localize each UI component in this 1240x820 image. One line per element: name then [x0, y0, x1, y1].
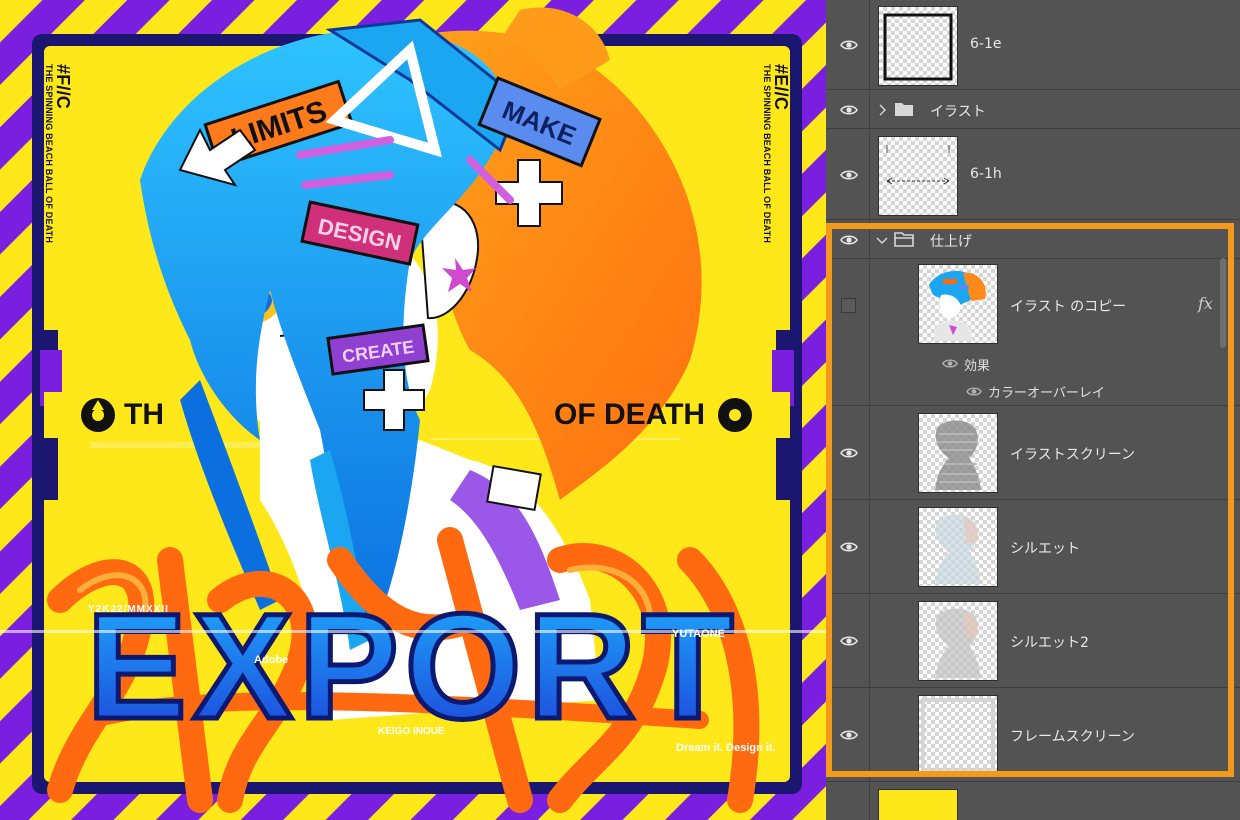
effects-label: 効果: [964, 359, 991, 374]
layer-name: イラスト: [930, 104, 986, 120]
eye-icon[interactable]: [840, 447, 858, 459]
layer-row-6-1h[interactable]: 6-1h: [826, 130, 1240, 220]
fx-icon[interactable]: fx: [1198, 294, 1213, 313]
eye-icon[interactable]: [840, 729, 858, 741]
visibility-column: [826, 501, 870, 593]
side-text-right: #E//C THE SPINNING BEACH BALL OF DEATH: [762, 64, 791, 244]
layer-scrollbar[interactable]: [1220, 258, 1226, 348]
layer-thumbnail: [918, 695, 998, 775]
eye-icon[interactable]: [840, 234, 858, 246]
folder-open-icon: [894, 232, 914, 247]
layer-row-illust-copy[interactable]: イラスト のコピー fx 効果 カラーオーバーレイ: [826, 258, 1240, 406]
effects-eye-icon[interactable]: [942, 358, 958, 369]
visibility-column: [826, 260, 870, 405]
visibility-column: [826, 783, 870, 820]
folder-icon: [895, 103, 913, 116]
layer-row-illust-screen[interactable]: イラストスクリーン: [826, 407, 1240, 500]
faint-frame-thumb: [921, 698, 995, 772]
layer-thumbnail: [878, 136, 958, 216]
banner-left-text: TH: [124, 398, 164, 431]
layer-name: イラストスクリーン: [1010, 447, 1136, 463]
artwork-canvas[interactable]: LIMITS MAKE DESIGN CREATE EXPORT #F//C T…: [0, 0, 826, 820]
visibility-column: [826, 221, 870, 258]
side-left-caption: THE SPINNING BEACH BALL OF DEATH: [44, 64, 54, 244]
yuta-text: YUTAONE: [672, 628, 725, 640]
visibility-column: [826, 0, 870, 89]
layer-name: シルエット: [1010, 541, 1080, 557]
layer-row-yellow-fill[interactable]: [826, 783, 1240, 820]
effect-name: カラーオーバーレイ: [988, 386, 1105, 401]
chevron-down-icon[interactable]: [876, 236, 888, 244]
layer-row-silhouette[interactable]: シルエット: [826, 501, 1240, 594]
keigo-text: KEIGO INOUE: [378, 726, 445, 737]
hidden-visibility-box[interactable]: [841, 298, 856, 313]
layer-row-frame-screen[interactable]: フレームスクリーン: [826, 689, 1240, 782]
pale-silhouette-thumb: [935, 514, 981, 584]
layer-name: イラスト のコピー: [1010, 299, 1127, 315]
visibility-column: [826, 91, 870, 128]
visibility-column: [826, 595, 870, 687]
side-text-left: #F//C THE SPINNING BEACH BALL OF DEATH: [44, 64, 73, 244]
layer-thumbnail: [878, 6, 958, 86]
year-text: Y2K22/MMXXII: [88, 604, 169, 615]
illustration-thumb: [929, 270, 986, 341]
gray-silhouette-thumb: [935, 420, 981, 490]
layer-thumbnail: [918, 601, 998, 681]
logo-text: EXPORT: [87, 582, 740, 750]
layer-group-finishing[interactable]: 仕上げ: [826, 221, 1240, 259]
visibility-column: [826, 407, 870, 499]
frame-border-thumb: [883, 13, 953, 81]
export-logo: EXPORT: [84, 580, 740, 753]
yellow-fill-thumb: [878, 789, 958, 820]
visibility-column: [826, 130, 870, 219]
visibility-column: [826, 689, 870, 781]
layer-name: フレームスクリーン: [1010, 729, 1135, 745]
eye-icon[interactable]: [840, 635, 858, 647]
adobe-text: Adobe: [254, 654, 289, 666]
layer-name: 6-1h: [970, 166, 1002, 182]
layer-thumbnail: [918, 413, 998, 493]
side-right-caption: THE SPINNING BEACH BALL OF DEATH: [762, 64, 772, 244]
layer-row-silhouette-2[interactable]: シルエット2: [826, 595, 1240, 688]
layer-thumbnail: [918, 507, 998, 587]
side-right-tag: #E//C: [771, 64, 791, 111]
eye-icon[interactable]: [840, 39, 858, 51]
layer-name: 仕上げ: [930, 234, 972, 250]
layer-thumbnail: [918, 264, 998, 344]
layer-group-illust[interactable]: イラスト: [826, 91, 1240, 129]
pale-silhouette-thumb: [935, 608, 981, 678]
chevron-right-icon[interactable]: [878, 104, 886, 116]
eye-icon[interactable]: [840, 104, 858, 116]
layer-row-6-1e[interactable]: 6-1e: [826, 0, 1240, 90]
layers-panel: 6-1e イラスト 6-1h 仕上げ イラスト のコピー fx 効果 カラーオー…: [826, 0, 1240, 820]
effect-eye-icon[interactable]: [966, 386, 982, 397]
tagline-text: Dream it. Design it.: [676, 742, 776, 754]
dashed-guide-thumb: [886, 145, 950, 185]
side-left-tag: #F//C: [53, 64, 73, 110]
banner-right-text: OF DEATH: [554, 398, 706, 431]
eye-icon[interactable]: [840, 169, 858, 181]
layer-name: シルエット2: [1010, 635, 1089, 651]
layer-name: 6-1e: [970, 36, 1002, 52]
eye-icon[interactable]: [840, 541, 858, 553]
